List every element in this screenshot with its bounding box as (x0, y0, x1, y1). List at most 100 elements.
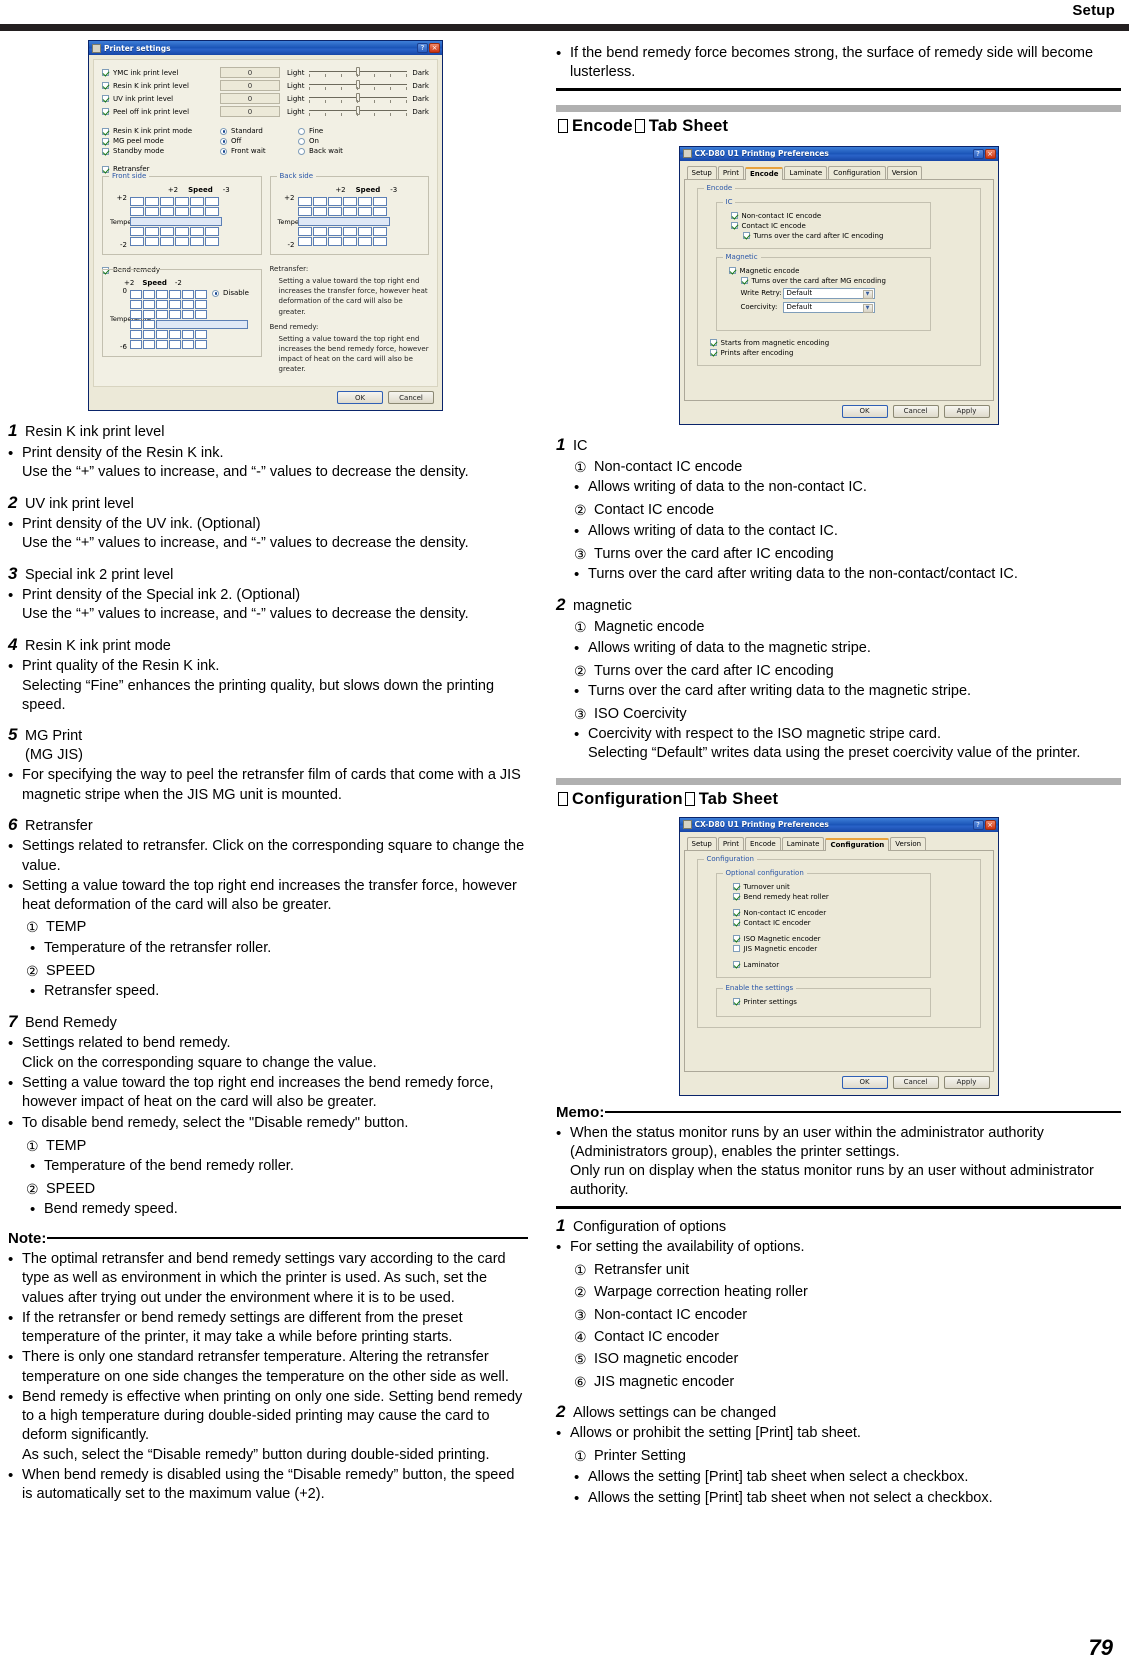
checkbox-starts-from-magnetic-encoding[interactable]: Starts from magnetic encoding (709, 339, 974, 347)
bend-speed-header: +2 Speed -2 (124, 279, 182, 287)
right-column: • If the bend remedy force becomes strong… (556, 32, 1121, 1510)
bullet-dot: • (574, 639, 580, 657)
ok-button[interactable]: OK (841, 1075, 888, 1089)
radio-fine[interactable]: Fine (298, 127, 323, 135)
bullet-text: Allows writing of data to the contact IC… (588, 522, 838, 539)
apply-button[interactable]: Apply (943, 404, 990, 418)
circled-label: Magnetic encode (594, 619, 705, 636)
close-icon[interactable]: × (429, 43, 440, 53)
bullet-text: If the bend remedy force becomes strong,… (570, 45, 1094, 81)
apply-button[interactable]: Apply (943, 1075, 990, 1089)
tab-laminate[interactable]: Laminate (784, 165, 828, 179)
checkbox-magnetic-encode[interactable]: Magnetic encode (728, 267, 924, 275)
help-button[interactable]: ? (417, 43, 428, 53)
ymc-level-slider[interactable]: Light Dark (287, 67, 429, 78)
back-grid-cells[interactable] (297, 197, 390, 246)
checkbox-iso-magnetic-encoder[interactable]: ISO Magnetic encoder (732, 935, 924, 943)
cancel-button[interactable]: Cancel (892, 404, 939, 418)
peel-off-level-slider[interactable]: Light Dark (287, 106, 429, 117)
retransfer-checkbox[interactable]: Retransfer (102, 165, 429, 173)
write-retry-select[interactable]: Default ▼ (782, 287, 875, 299)
tab-setup[interactable]: Setup (686, 165, 717, 179)
help-button[interactable]: ? (972, 148, 984, 159)
tab-configuration[interactable]: Configuration (825, 837, 890, 851)
tab-print[interactable]: Print (717, 165, 744, 179)
circled-label: SPEED (46, 1180, 96, 1197)
bend-grid[interactable]: 0 Temperature -6 (110, 287, 254, 351)
slider-min-label: Light (287, 81, 305, 90)
front-grid[interactable]: +2 Temperature -2 (110, 194, 254, 249)
checkbox-icon (732, 893, 740, 901)
checkbox-turnover-unit[interactable]: Turnover unit (732, 883, 924, 891)
dialog-title-bar: CX-D80 U1 Printing Preferences ? × (679, 817, 998, 832)
slider-track[interactable] (309, 93, 407, 104)
bend-grid-cells[interactable] (130, 289, 248, 349)
tab-laminate[interactable]: Laminate (781, 836, 825, 850)
uv-level-slider[interactable]: Light Dark (287, 93, 429, 104)
resin-k-mode-checkbox[interactable]: Resin K ink print mode (102, 127, 220, 135)
help-button[interactable]: ? (972, 819, 984, 830)
radio-standard[interactable]: Standard (220, 127, 298, 135)
item-title: UV ink print level (25, 495, 134, 512)
checkbox-bend-remedy-heat-roller[interactable]: Bend remedy heat roller (732, 893, 924, 901)
tab-encode[interactable]: Encode (744, 836, 781, 850)
checkbox-contact-ic-encoder[interactable]: Contact IC encoder (732, 919, 924, 927)
resin-k-level-checkbox[interactable]: Resin K ink print level (102, 82, 220, 90)
coercivity-select[interactable]: Default ▼ (782, 301, 875, 313)
close-icon[interactable]: × (984, 819, 996, 830)
dialog-button-row: OK Cancel Apply (684, 401, 994, 420)
radio-off[interactable]: Off (220, 137, 298, 145)
slider-track[interactable] (309, 106, 407, 117)
tab-encode[interactable]: Encode (744, 166, 784, 180)
mg-peel-checkbox[interactable]: MG peel mode (102, 137, 220, 145)
retransfer-note-body: Setting a value toward the top right end… (278, 277, 428, 316)
tab-print[interactable]: Print (717, 836, 744, 850)
uv-level-value: 0 (220, 93, 280, 104)
checkbox-turns-over-after-ic-encoding[interactable]: Turns over the card after IC encoding (742, 232, 924, 240)
slider-ticks (309, 113, 407, 116)
slider-track[interactable] (309, 67, 407, 78)
disable-remedy-radio[interactable]: Disable (212, 289, 249, 297)
close-icon[interactable]: × (984, 148, 996, 159)
radio-front-wait[interactable]: Front wait (220, 147, 298, 155)
tab-version[interactable]: Version (886, 165, 923, 179)
checkbox-jis-magnetic-encoder[interactable]: JIS Magnetic encoder (732, 945, 924, 953)
circled-label: Turns over the card after IC encoding (594, 662, 834, 679)
window-icon (682, 149, 692, 159)
checkbox-printer-settings[interactable]: Printer settings (732, 998, 924, 1006)
back-grid[interactable]: +2 Temperature -2 (278, 194, 422, 249)
tab-setup[interactable]: Setup (686, 836, 717, 850)
chevron-down-icon[interactable]: ▼ (862, 303, 873, 313)
checkbox-prints-after-encoding[interactable]: Prints after encoding (709, 349, 974, 357)
dialog-body: Setup Print Encode Laminate Configuratio… (680, 832, 998, 1095)
peel-off-level-checkbox[interactable]: Peel off ink print level (102, 108, 220, 116)
radio-on[interactable]: On (298, 137, 319, 145)
cancel-button[interactable]: Cancel (892, 1075, 939, 1089)
checkbox-turns-over-after-mg-encoding[interactable]: Turns over the card after MG encoding (740, 277, 924, 285)
circled-number: ③ (574, 1306, 587, 1323)
circled-number: ④ (574, 1329, 587, 1346)
radio-back-wait[interactable]: Back wait (298, 147, 343, 155)
standby-checkbox[interactable]: Standby mode (102, 147, 220, 155)
ok-button[interactable]: OK (337, 391, 383, 405)
circled-number: ③ (574, 545, 587, 562)
tab-version[interactable]: Version (890, 836, 927, 850)
resin-k-level-slider[interactable]: Light Dark (287, 80, 429, 91)
checkbox-contact-ic-encode[interactable]: Contact IC encode (730, 222, 924, 230)
bullet-text: Bend remedy speed. (44, 1201, 178, 1217)
tab-configuration[interactable]: Configuration (828, 165, 886, 179)
ink-level-row: UV ink print level 0 Light Dark (102, 93, 429, 104)
chevron-down-icon[interactable]: ▼ (862, 289, 873, 299)
note-header: Note: (8, 1230, 528, 1247)
slider-track[interactable] (309, 80, 407, 91)
ymc-level-checkbox[interactable]: YMC ink print level (102, 69, 220, 77)
bullet-text: Turns over the card after writing data t… (588, 565, 1018, 582)
circled-number: ⑥ (574, 1373, 587, 1390)
front-grid-cells[interactable] (130, 197, 222, 246)
uv-level-checkbox[interactable]: UV ink print level (102, 95, 220, 103)
ok-button[interactable]: OK (841, 404, 888, 418)
cancel-button[interactable]: Cancel (388, 391, 434, 405)
checkbox-non-contact-ic-encoder[interactable]: Non-contact IC encoder (732, 909, 924, 917)
checkbox-laminator[interactable]: Laminator (732, 961, 924, 969)
checkbox-non-contact-ic-encode[interactable]: Non-contact IC encode (730, 212, 924, 220)
